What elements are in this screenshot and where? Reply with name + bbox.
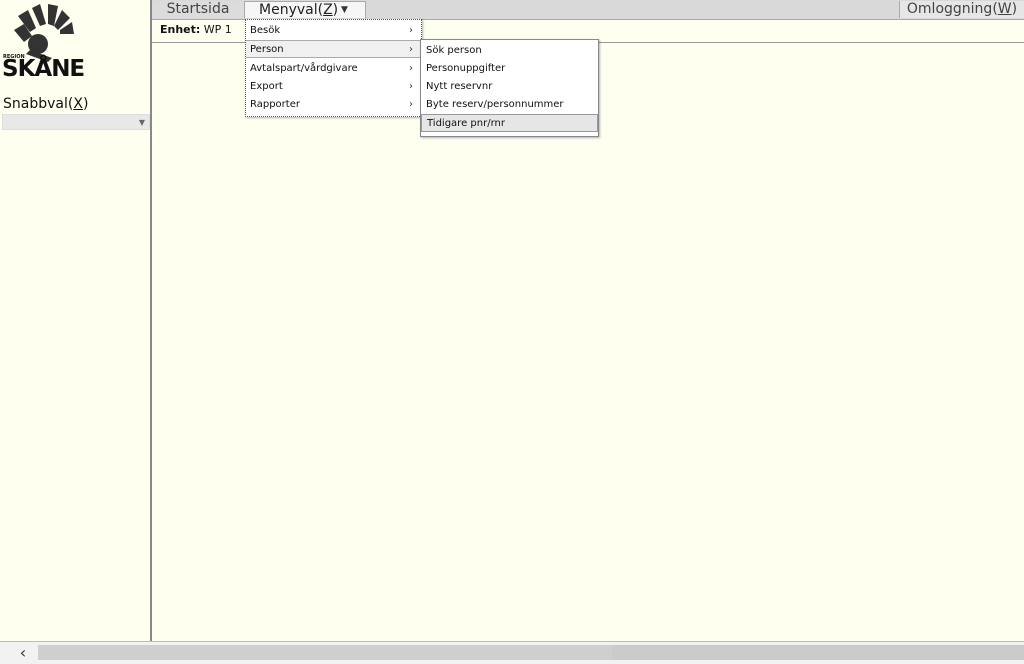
chevron-right-icon: › [409,99,413,110]
menu-item-rapporter[interactable]: Rapporter › [246,96,421,114]
menu-item-person[interactable]: Person › [246,40,421,58]
menu-item-export[interactable]: Export › [246,78,421,96]
submenu-item-personuppgifter[interactable]: Personuppgifter [421,60,598,78]
top-navigation: Startsida Menyval(Z) ▼ Omloggning(W) [152,0,1024,20]
submenu-item-nytt-reservnr[interactable]: Nytt reservnr [421,78,598,96]
person-submenu: Sök person Personuppgifter Nytt reservnr… [420,39,599,137]
chevron-down-icon: ▼ [138,118,145,127]
scroll-track[interactable] [612,645,1024,660]
tab-startsida[interactable]: Startsida [152,1,245,18]
main-menu-dropdown: Besök › Person › Avtalspart/vårdgivare › Ex… [245,19,422,117]
chevron-right-icon: › [409,44,413,55]
horizontal-scrollbar[interactable]: ‹ [0,641,1024,664]
chevron-right-icon: › [409,81,413,92]
scroll-left-icon[interactable]: ‹ [10,644,36,662]
tab-omloggning[interactable]: Omloggning(W) [899,1,1024,18]
sidebar: REGION SKÅNE Snabbval(X) ▼ [0,0,152,641]
scroll-thumb[interactable] [38,645,612,660]
submenu-item-sok-person[interactable]: Sök person [421,42,598,60]
snabbval-label: Snabbval(X) [3,96,89,112]
chevron-right-icon: › [409,63,413,74]
submenu-item-byte-reserv[interactable]: Byte reserv/personnummer [421,96,598,114]
submenu-item-tidigare-pnr[interactable]: Tidigare pnr/rnr [421,114,598,132]
unit-info: Enhet: WP 1 [160,23,232,36]
logo-text: SKÅNE [2,56,85,82]
chevron-right-icon: › [409,25,413,36]
tab-menyval[interactable]: Menyval(Z) ▼ [244,1,366,18]
caret-down-icon: ▼ [341,5,348,15]
menu-item-besok[interactable]: Besök › [246,22,421,40]
snabbval-select[interactable]: ▼ [2,114,150,130]
menu-item-avtalspart[interactable]: Avtalspart/vårdgivare › [246,60,421,78]
